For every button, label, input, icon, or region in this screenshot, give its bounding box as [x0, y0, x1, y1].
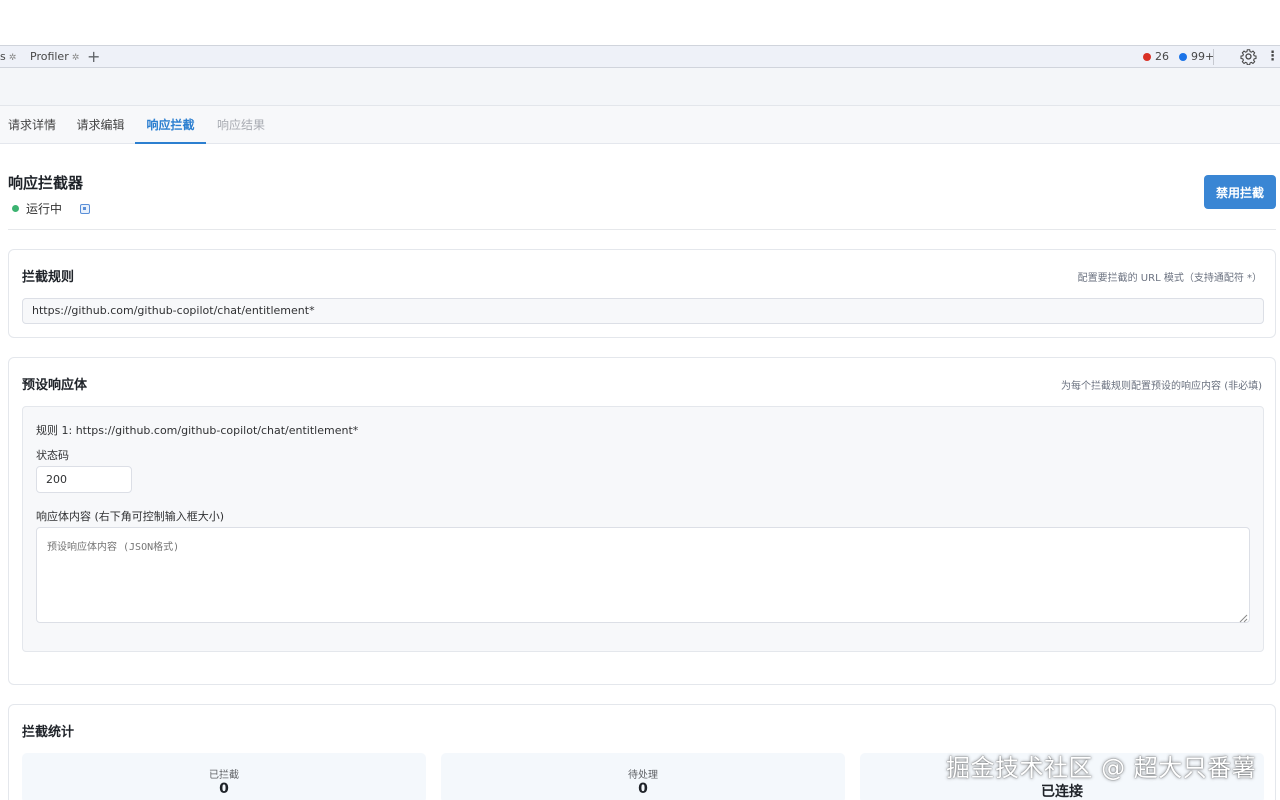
rule-preset-panel: 规则 1: https://github.com/github-copilot/… — [22, 406, 1264, 652]
devtools-tab-profiler[interactable]: Profiler ✲ — [30, 50, 79, 63]
response-body-label: 响应体内容 (右下角可控制输入框大小) — [36, 510, 225, 523]
status-dot-icon — [12, 205, 19, 212]
status-text: 运行中 — [26, 202, 63, 216]
tab-request-details[interactable]: 请求详情 — [0, 106, 64, 144]
header-divider — [8, 229, 1276, 230]
preset-card-hint: 为每个拦截规则配置预设的响应内容 (非必填) — [1061, 381, 1262, 392]
error-count: 26 — [1155, 50, 1169, 63]
add-tab-icon[interactable]: + — [87, 46, 100, 67]
stat-intercepted: 已拦截 0 — [22, 753, 426, 800]
stats-card-title: 拦截统计 — [22, 725, 75, 740]
stat-value: 0 — [638, 781, 648, 797]
panel-header-band — [0, 68, 1280, 106]
toolbar-divider — [1213, 49, 1214, 65]
preset-response-card: 预设响应体 为每个拦截规则配置预设的响应内容 (非必填) 规则 1: https… — [8, 357, 1276, 685]
rule-label: 规则 1: https://github.com/github-copilot/… — [36, 424, 359, 437]
stat-label: 待处理 — [628, 770, 658, 781]
main-tabs: 请求详情 请求编辑 响应拦截 响应结果 — [0, 106, 1280, 144]
more-options-icon[interactable]: ⋮ — [1266, 50, 1279, 64]
page-title: 响应拦截器 — [8, 174, 84, 192]
stat-label: 已拦截 — [209, 770, 239, 781]
rules-card-hint: 配置要拦截的 URL 模式（支持通配符 *） — [1077, 273, 1262, 284]
devtools-tab-partial[interactable]: s ✲ — [0, 50, 16, 63]
devtools-tabbar: s ✲ Profiler ✲ + 26 99+ ⋮ — [0, 45, 1280, 68]
rules-card-title: 拦截规则 — [22, 270, 75, 285]
watermark: 掘金技术社区 @ 超大只番薯 — [946, 754, 1257, 782]
devtools-tab-label: s — [0, 50, 6, 63]
tab-request-edit[interactable]: 请求编辑 — [67, 106, 134, 144]
response-body-textarea[interactable] — [36, 527, 1250, 623]
status-code-input[interactable]: 200 — [36, 466, 132, 493]
gear-icon: ✲ — [71, 53, 80, 63]
tab-response-intercept[interactable]: 响应拦截 — [135, 106, 206, 144]
intercept-rules-card: 拦截规则 配置要拦截的 URL 模式（支持通配符 *） https://gith… — [8, 249, 1276, 338]
copy-icon[interactable] — [80, 203, 91, 214]
message-icon — [1179, 52, 1187, 61]
message-count: 99+ — [1191, 50, 1215, 63]
stat-pending: 待处理 0 — [441, 753, 845, 800]
error-icon — [1143, 52, 1151, 61]
disable-intercept-button[interactable]: 禁用拦截 — [1204, 175, 1276, 209]
status-code-label: 状态码 — [36, 449, 69, 462]
stat-value: 已连接 — [1041, 784, 1083, 800]
devtools-tab-label: Profiler — [30, 50, 69, 63]
resize-handle-icon[interactable] — [1238, 613, 1248, 623]
issues-counter[interactable]: 26 99+ — [1143, 50, 1214, 63]
settings-gear-icon[interactable] — [1240, 48, 1257, 65]
running-status: 运行中 — [12, 200, 91, 217]
rule-url-input[interactable]: https://github.com/github-copilot/chat/e… — [22, 298, 1264, 324]
preset-card-title: 预设响应体 — [22, 378, 88, 393]
gear-icon: ✲ — [8, 53, 17, 63]
blank-top-area — [0, 0, 1280, 45]
stat-value: 0 — [219, 781, 229, 797]
tab-response-result[interactable]: 响应结果 — [207, 106, 275, 144]
